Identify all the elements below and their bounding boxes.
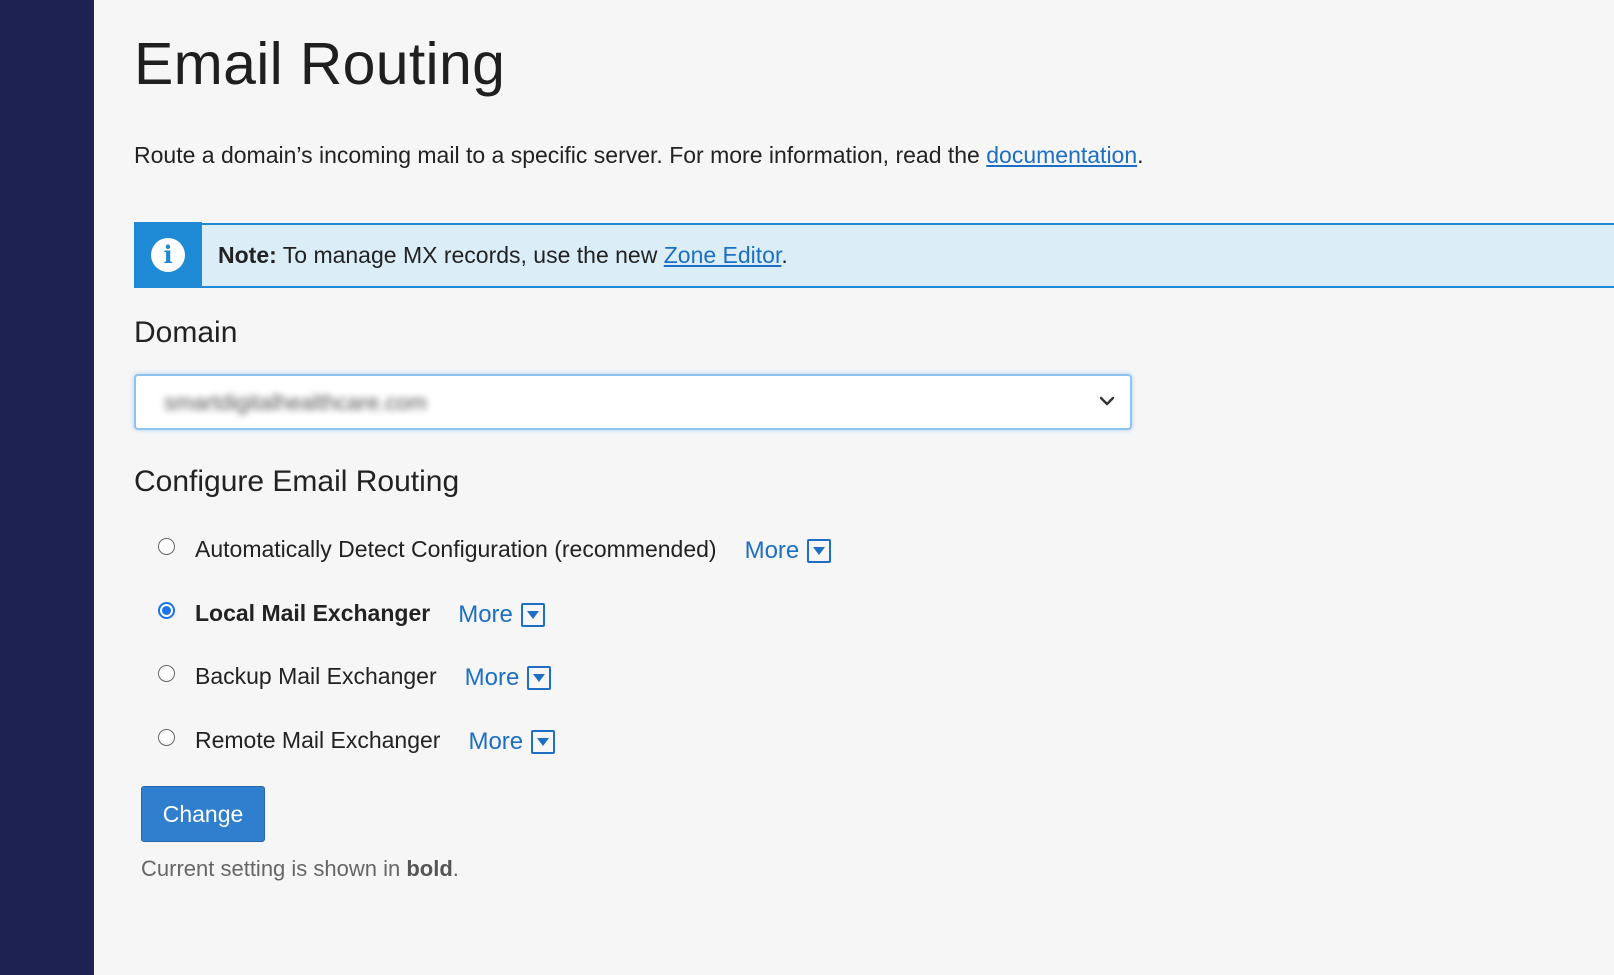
footnote-bold: bold xyxy=(406,856,453,881)
domain-select[interactable]: smartdigitalhealthcare.com xyxy=(134,374,1132,430)
sidebar xyxy=(0,0,94,975)
current-setting-note: Current setting is shown in bold. xyxy=(141,856,459,882)
radio-backup-mail-exchanger[interactable] xyxy=(158,664,175,682)
note-end: . xyxy=(781,242,788,268)
main-content: Email Routing Route a domain’s incoming … xyxy=(134,0,1614,975)
option-backup-mail-exchanger: Backup Mail Exchanger More xyxy=(158,656,552,696)
dropdown-arrow-icon xyxy=(807,539,832,563)
dropdown-arrow-icon xyxy=(527,666,552,690)
option-auto-detect: Automatically Detect Configuration (reco… xyxy=(158,529,832,569)
info-icon: i xyxy=(151,237,185,272)
more-label: More xyxy=(458,601,513,628)
configure-routing-heading: Configure Email Routing xyxy=(134,465,460,498)
note-icon-cell: i xyxy=(134,222,202,287)
more-link-local-mail-exchanger[interactable]: More xyxy=(458,601,545,629)
radio-auto-detect[interactable] xyxy=(158,537,175,555)
note-message: To manage MX records, use the new xyxy=(276,242,664,268)
option-label-backup-mail-exchanger[interactable]: Backup Mail Exchanger xyxy=(195,663,437,690)
radio-local-mail-exchanger[interactable] xyxy=(158,601,175,619)
option-local-mail-exchanger: Local Mail Exchanger More xyxy=(158,593,545,633)
option-label-auto-detect[interactable]: Automatically Detect Configuration (reco… xyxy=(195,536,717,563)
note-banner: i Note: To manage MX records, use the ne… xyxy=(134,222,1614,288)
change-button[interactable]: Change xyxy=(141,786,265,842)
more-label: More xyxy=(744,537,800,564)
option-remote-mail-exchanger: Remote Mail Exchanger More xyxy=(158,720,556,760)
note-text: Note: To manage MX records, use the new … xyxy=(218,242,788,269)
more-link-backup-mail-exchanger[interactable]: More xyxy=(465,664,552,692)
more-label: More xyxy=(464,664,520,691)
page-description-end: . xyxy=(1137,142,1144,168)
radio-remote-mail-exchanger[interactable] xyxy=(158,728,175,746)
page-description: Route a domain’s incoming mail to a spec… xyxy=(134,142,1144,169)
zone-editor-link[interactable]: Zone Editor xyxy=(664,242,782,268)
chevron-down-icon xyxy=(1099,396,1115,406)
page-description-text: Route a domain’s incoming mail to a spec… xyxy=(134,142,987,168)
domain-heading: Domain xyxy=(134,316,238,349)
footnote-end: . xyxy=(452,856,459,881)
page-title: Email Routing xyxy=(134,31,506,97)
dropdown-arrow-icon xyxy=(531,730,556,754)
more-link-remote-mail-exchanger[interactable]: More xyxy=(468,728,556,756)
more-link-auto-detect[interactable]: More xyxy=(745,537,832,565)
footnote-text: Current setting is shown in xyxy=(141,856,407,881)
option-label-remote-mail-exchanger[interactable]: Remote Mail Exchanger xyxy=(195,727,440,754)
note-label: Note: xyxy=(218,242,277,268)
domain-select-value: smartdigitalhealthcare.com xyxy=(164,390,427,415)
documentation-link[interactable]: documentation xyxy=(986,142,1137,168)
more-label: More xyxy=(468,728,524,755)
option-label-local-mail-exchanger[interactable]: Local Mail Exchanger xyxy=(195,600,430,627)
dropdown-arrow-icon xyxy=(520,603,545,627)
